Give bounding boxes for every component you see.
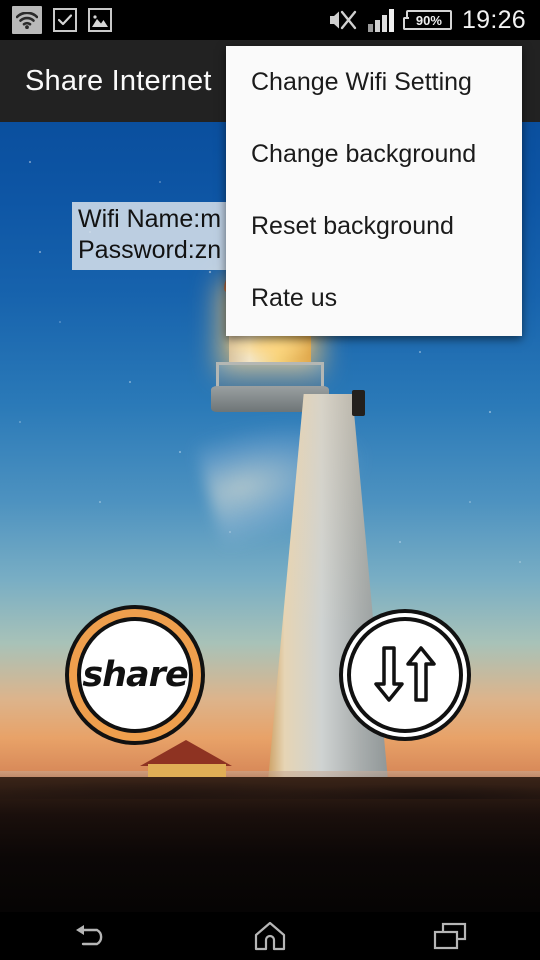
image-icon [88,8,112,32]
transfer-button[interactable] [347,617,463,733]
foreground-ground [0,759,540,912]
volume-muted-icon [329,10,357,30]
lighthouse-railing [216,362,324,388]
menu-item-reset-background[interactable]: Reset background [226,190,522,262]
signal-bars-icon [367,8,394,32]
checkbox-icon [53,8,77,32]
navigation-bar [0,912,540,960]
lighthouse-window [352,390,365,416]
menu-item-change-background[interactable]: Change background [226,118,522,190]
wifi-password-text: Password:zn [78,236,222,264]
battery-indicator: 90% [402,10,452,30]
overflow-menu[interactable]: Change Wifi Setting Change background Re… [226,46,522,336]
wifi-name-text: Wifi Name:m [78,205,222,233]
recents-icon [433,922,467,950]
menu-item-change-wifi-setting[interactable]: Change Wifi Setting [226,46,522,118]
recents-button[interactable] [395,912,505,960]
phone-screen: Wifi Name:m Password:zn share 90% 19:26 … [0,0,540,960]
battery-percent-text: 90% [415,12,442,28]
back-icon [76,925,103,946]
status-bar: 90% 19:26 [0,0,540,40]
status-bar-left-icons [12,0,112,40]
status-bar-right-icons: 90% 19:26 [328,0,526,40]
page-title: Share Internet [25,65,212,97]
wifi-icon [12,6,42,34]
transfer-arrows-icon [374,646,436,702]
home-button[interactable] [215,912,325,960]
share-button[interactable]: share [77,617,193,733]
menu-item-rate-us[interactable]: Rate us [226,262,522,334]
home-icon [254,921,286,951]
wifi-info-label: Wifi Name:m Password:zn [72,202,228,270]
back-button[interactable] [35,912,145,960]
share-button-label: share [82,655,188,695]
status-bar-clock: 19:26 [461,6,526,34]
